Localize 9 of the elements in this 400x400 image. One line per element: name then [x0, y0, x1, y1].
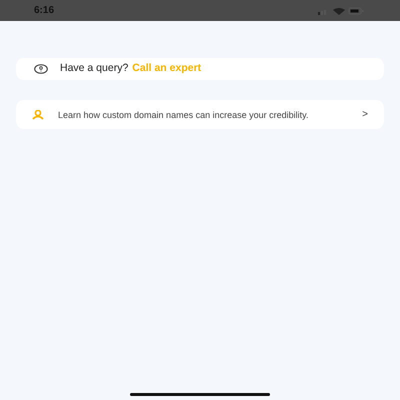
query-card[interactable]: Have a query? Call an expert [16, 58, 384, 80]
person-icon [32, 110, 44, 120]
status-icons [318, 6, 366, 14]
chevron-icon: > [362, 107, 368, 122]
help-icon [34, 64, 48, 74]
info-card[interactable]: Learn how custom domain names can increase your credibility. > [16, 100, 384, 129]
query-text: Have a query? [60, 61, 128, 76]
status-time: 6:16 [34, 4, 54, 18]
info-text: Learn how custom domain names can increase your credibility. [58, 110, 310, 120]
